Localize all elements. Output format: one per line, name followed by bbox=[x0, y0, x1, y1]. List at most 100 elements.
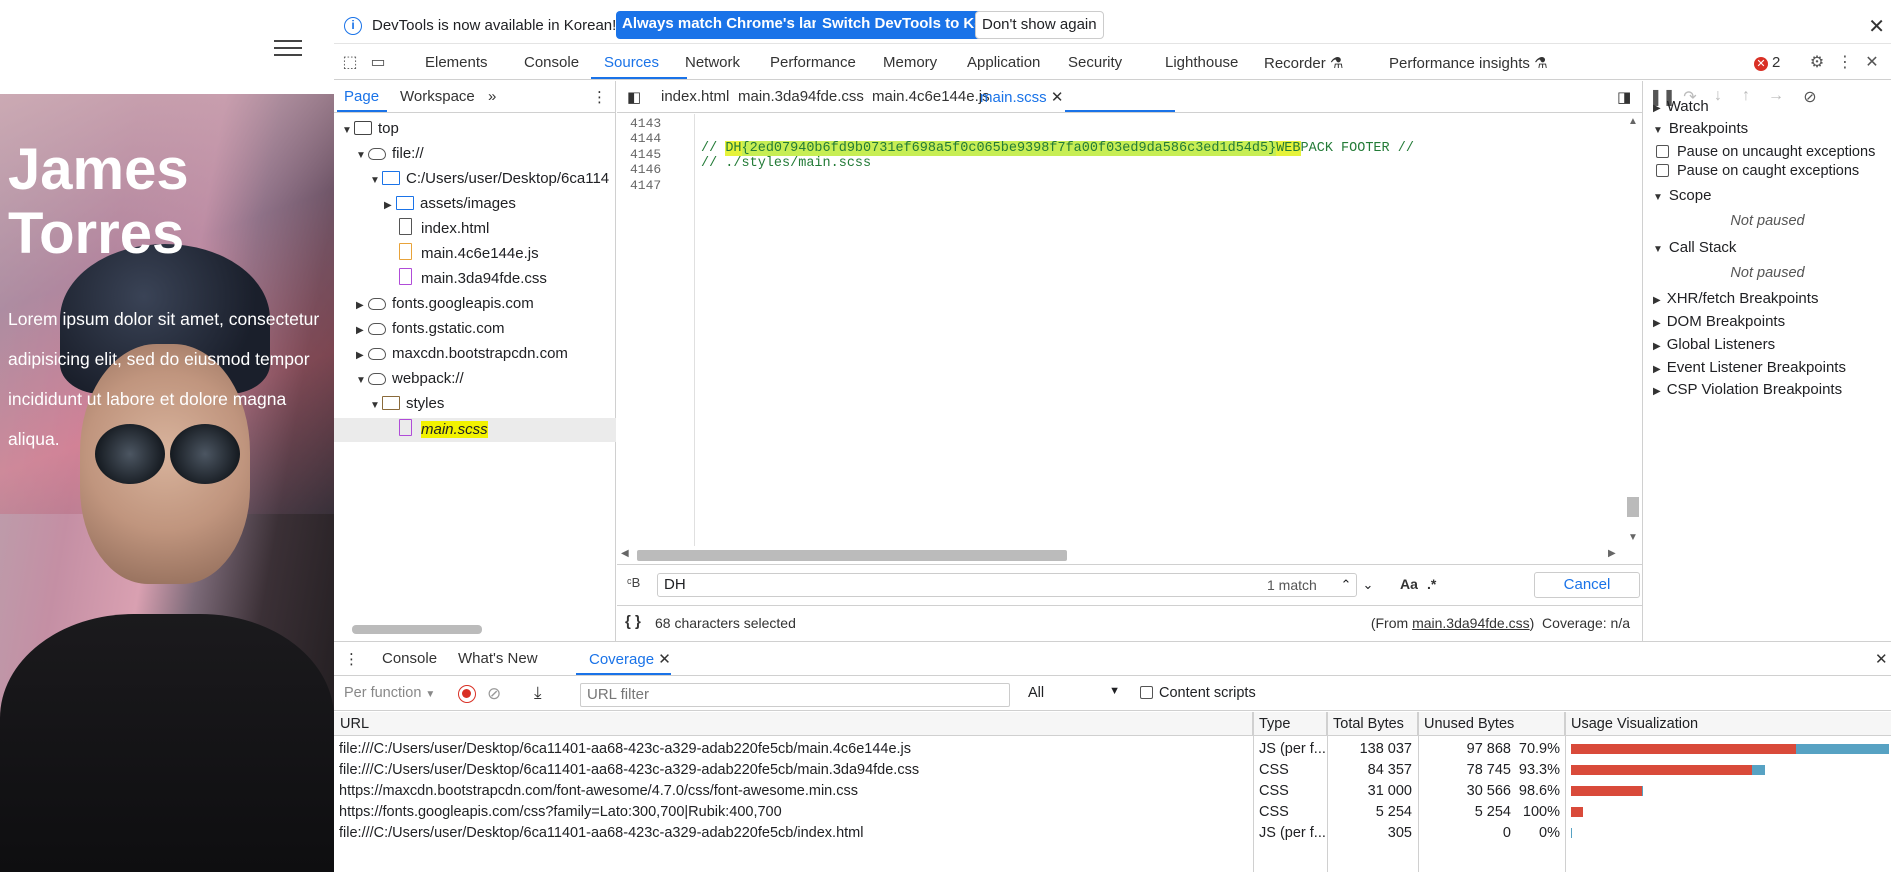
chevron-down-icon[interactable]: ⌄ bbox=[1357, 573, 1379, 597]
tree-item-file[interactable]: ▼ file:// bbox=[356, 142, 424, 166]
scroll-right-icon[interactable]: ▶ bbox=[1608, 548, 1616, 559]
step-icon[interactable]: → bbox=[1765, 87, 1787, 109]
close-drawer-icon[interactable]: ✕ bbox=[1875, 650, 1888, 668]
scroll-up-icon[interactable]: ▲ bbox=[1628, 116, 1638, 127]
section-event-listener-breakpoints[interactable]: ▶ Event Listener Breakpoints bbox=[1653, 359, 1846, 376]
close-tab-icon[interactable]: ✕ bbox=[1051, 89, 1064, 106]
clear-icon[interactable]: ⊘ bbox=[487, 684, 501, 704]
section-csp-breakpoints[interactable]: ▶ CSP Violation Breakpoints bbox=[1653, 381, 1842, 398]
toggle-navigator-icon[interactable]: ◧ bbox=[627, 88, 641, 106]
pause-uncaught-checkbox[interactable]: Pause on uncaught exceptions bbox=[1656, 144, 1875, 160]
tree-item-fonts-googleapis[interactable]: ▶ fonts.googleapis.com bbox=[356, 292, 534, 316]
close-tab-icon[interactable]: ✕ bbox=[658, 651, 671, 668]
editor-tab-main-css[interactable]: main.3da94fde.css bbox=[738, 88, 864, 105]
close-devtools-icon[interactable]: ✕ bbox=[1861, 52, 1883, 74]
navigator-hscrollbar[interactable] bbox=[340, 622, 610, 636]
header-type[interactable]: Type bbox=[1253, 712, 1327, 736]
replace-toggle-icon[interactable]: ᶜB bbox=[627, 575, 640, 590]
tree-item-fonts-gstatic[interactable]: ▶ fonts.gstatic.com bbox=[356, 317, 505, 341]
source-file-link[interactable]: main.3da94fde.css bbox=[1412, 615, 1530, 631]
tab-page[interactable]: Page bbox=[344, 88, 379, 105]
per-function-select[interactable]: Per function ▼ bbox=[344, 685, 435, 701]
scroll-down-icon[interactable]: ▼ bbox=[1628, 532, 1638, 543]
drawer-menu-icon[interactable]: ⋮ bbox=[344, 650, 359, 668]
code-line-4147[interactable]: // ./styles/main.scss bbox=[701, 156, 871, 171]
drawer-tab-console[interactable]: Console bbox=[382, 650, 437, 667]
drawer-tab-coverage[interactable]: Coverage ✕ bbox=[589, 650, 671, 668]
pretty-print-icon[interactable]: { } bbox=[625, 613, 641, 630]
editor-vscrollbar[interactable]: ▲ ▼ bbox=[1624, 114, 1642, 546]
more-options-icon[interactable]: ⋮ bbox=[592, 88, 607, 106]
step-out-icon[interactable]: ↑ bbox=[1735, 87, 1757, 109]
tab-sources[interactable]: Sources bbox=[604, 54, 659, 71]
header-usage-visualization[interactable]: Usage Visualization bbox=[1565, 712, 1891, 736]
scroll-left-icon[interactable]: ◀ bbox=[621, 548, 629, 559]
deactivate-breakpoints-icon[interactable]: ⊘ bbox=[1799, 87, 1821, 109]
match-case-button[interactable]: Aa bbox=[1400, 576, 1418, 592]
editor-hscrollbar[interactable]: ◀ ▶ bbox=[617, 546, 1624, 564]
table-row[interactable]: file:///C:/Users/user/Desktop/6ca11401-a… bbox=[334, 739, 1891, 760]
tree-item-main-scss[interactable]: main.scss bbox=[396, 418, 488, 442]
error-count-badge[interactable]: ✕ 2 bbox=[1754, 54, 1780, 71]
tree-item-main-js[interactable]: main.4c6e144e.js bbox=[396, 242, 539, 266]
table-row[interactable]: https://fonts.googleapis.com/css?family=… bbox=[334, 802, 1891, 823]
tree-item-styles[interactable]: ▼ styles bbox=[370, 392, 444, 416]
tab-lighthouse[interactable]: Lighthouse bbox=[1165, 54, 1238, 71]
section-global-listeners[interactable]: ▶ Global Listeners bbox=[1653, 336, 1775, 353]
tree-item-main-css[interactable]: main.3da94fde.css bbox=[396, 267, 547, 291]
hamburger-menu-icon[interactable] bbox=[274, 40, 302, 58]
download-icon[interactable]: ⤓ bbox=[534, 683, 542, 703]
chevron-up-icon[interactable]: ⌃ bbox=[1335, 573, 1357, 597]
tab-security[interactable]: Security bbox=[1068, 54, 1122, 71]
cancel-search-button[interactable]: Cancel bbox=[1534, 572, 1640, 598]
tree-item-assets[interactable]: ▶ assets/images bbox=[384, 192, 516, 216]
drawer-tab-whats-new[interactable]: What's New bbox=[458, 650, 538, 667]
tab-performance-insights[interactable]: Performance insights ⚗ bbox=[1389, 54, 1548, 72]
table-row[interactable]: https://maxcdn.bootstrapcdn.com/font-awe… bbox=[334, 781, 1891, 802]
tab-network[interactable]: Network bbox=[685, 54, 740, 71]
more-tabs-icon[interactable]: » bbox=[488, 88, 496, 105]
section-scope[interactable]: ▼ Scope bbox=[1653, 187, 1711, 204]
tree-item-maxcdn[interactable]: ▶ maxcdn.bootstrapcdn.com bbox=[356, 342, 568, 366]
section-breakpoints[interactable]: ▼ Breakpoints bbox=[1653, 120, 1748, 137]
tab-memory[interactable]: Memory bbox=[883, 54, 937, 71]
section-xhr-breakpoints[interactable]: ▶ XHR/fetch Breakpoints bbox=[1653, 290, 1818, 307]
header-total-bytes[interactable]: Total Bytes bbox=[1327, 712, 1418, 736]
pause-caught-checkbox[interactable]: Pause on caught exceptions bbox=[1656, 163, 1859, 179]
tab-workspace[interactable]: Workspace bbox=[400, 88, 475, 105]
content-scripts-checkbox[interactable]: Content scripts bbox=[1140, 685, 1256, 701]
editor-tab-main-scss[interactable]: main.scss ✕ bbox=[980, 88, 1063, 106]
section-call-stack[interactable]: ▼ Call Stack bbox=[1653, 239, 1736, 256]
tree-item-desktop-folder[interactable]: ▼ C:/Users/user/Desktop/6ca114 bbox=[370, 167, 609, 191]
stop-recording-icon[interactable] bbox=[458, 685, 476, 703]
header-url[interactable]: URL bbox=[334, 712, 1253, 736]
code-line-4146[interactable]: // DH{2ed07940b6fd9b0731ef698a5f0c065be9… bbox=[701, 141, 1414, 156]
gear-icon[interactable]: ⚙ bbox=[1806, 52, 1828, 74]
tab-elements[interactable]: Elements bbox=[425, 54, 488, 71]
tab-performance[interactable]: Performance bbox=[770, 54, 856, 71]
tab-application[interactable]: Application bbox=[967, 54, 1040, 71]
section-dom-breakpoints[interactable]: ▶ DOM Breakpoints bbox=[1653, 313, 1785, 330]
type-filter-select[interactable]: All ▼ bbox=[1028, 685, 1120, 701]
editor-tab-index-html[interactable]: index.html bbox=[661, 88, 729, 105]
header-unused-bytes[interactable]: Unused Bytes bbox=[1418, 712, 1565, 736]
step-into-icon[interactable]: ↓ bbox=[1707, 87, 1729, 109]
editor-tab-main-js[interactable]: main.4c6e144e.js bbox=[872, 88, 990, 105]
table-row[interactable]: file:///C:/Users/user/Desktop/6ca11401-a… bbox=[334, 823, 1891, 844]
table-row[interactable]: file:///C:/Users/user/Desktop/6ca11401-a… bbox=[334, 760, 1891, 781]
tab-console[interactable]: Console bbox=[524, 54, 579, 71]
tree-item-top[interactable]: ▼ top bbox=[342, 117, 399, 141]
dont-show-again-button[interactable]: Don't show again bbox=[975, 11, 1104, 39]
device-toolbar-icon[interactable]: ▭ bbox=[367, 52, 389, 74]
inspect-element-icon[interactable]: ⬚ bbox=[339, 52, 361, 74]
more-options-icon[interactable]: ⋮ bbox=[1834, 52, 1856, 74]
close-icon[interactable]: ✕ bbox=[1868, 14, 1885, 39]
search-input[interactable]: DH bbox=[657, 573, 1357, 597]
toggle-debugger-icon[interactable]: ◨ bbox=[1617, 88, 1631, 106]
tree-item-webpack[interactable]: ▼ webpack:// bbox=[356, 367, 464, 391]
section-watch[interactable]: ▶ Watch bbox=[1653, 98, 1709, 115]
tab-recorder[interactable]: Recorder ⚗ bbox=[1264, 54, 1343, 72]
tree-item-index-html[interactable]: index.html bbox=[396, 217, 489, 241]
url-filter-input[interactable]: URL filter bbox=[580, 683, 1010, 707]
regex-button[interactable]: .* bbox=[1427, 576, 1436, 592]
